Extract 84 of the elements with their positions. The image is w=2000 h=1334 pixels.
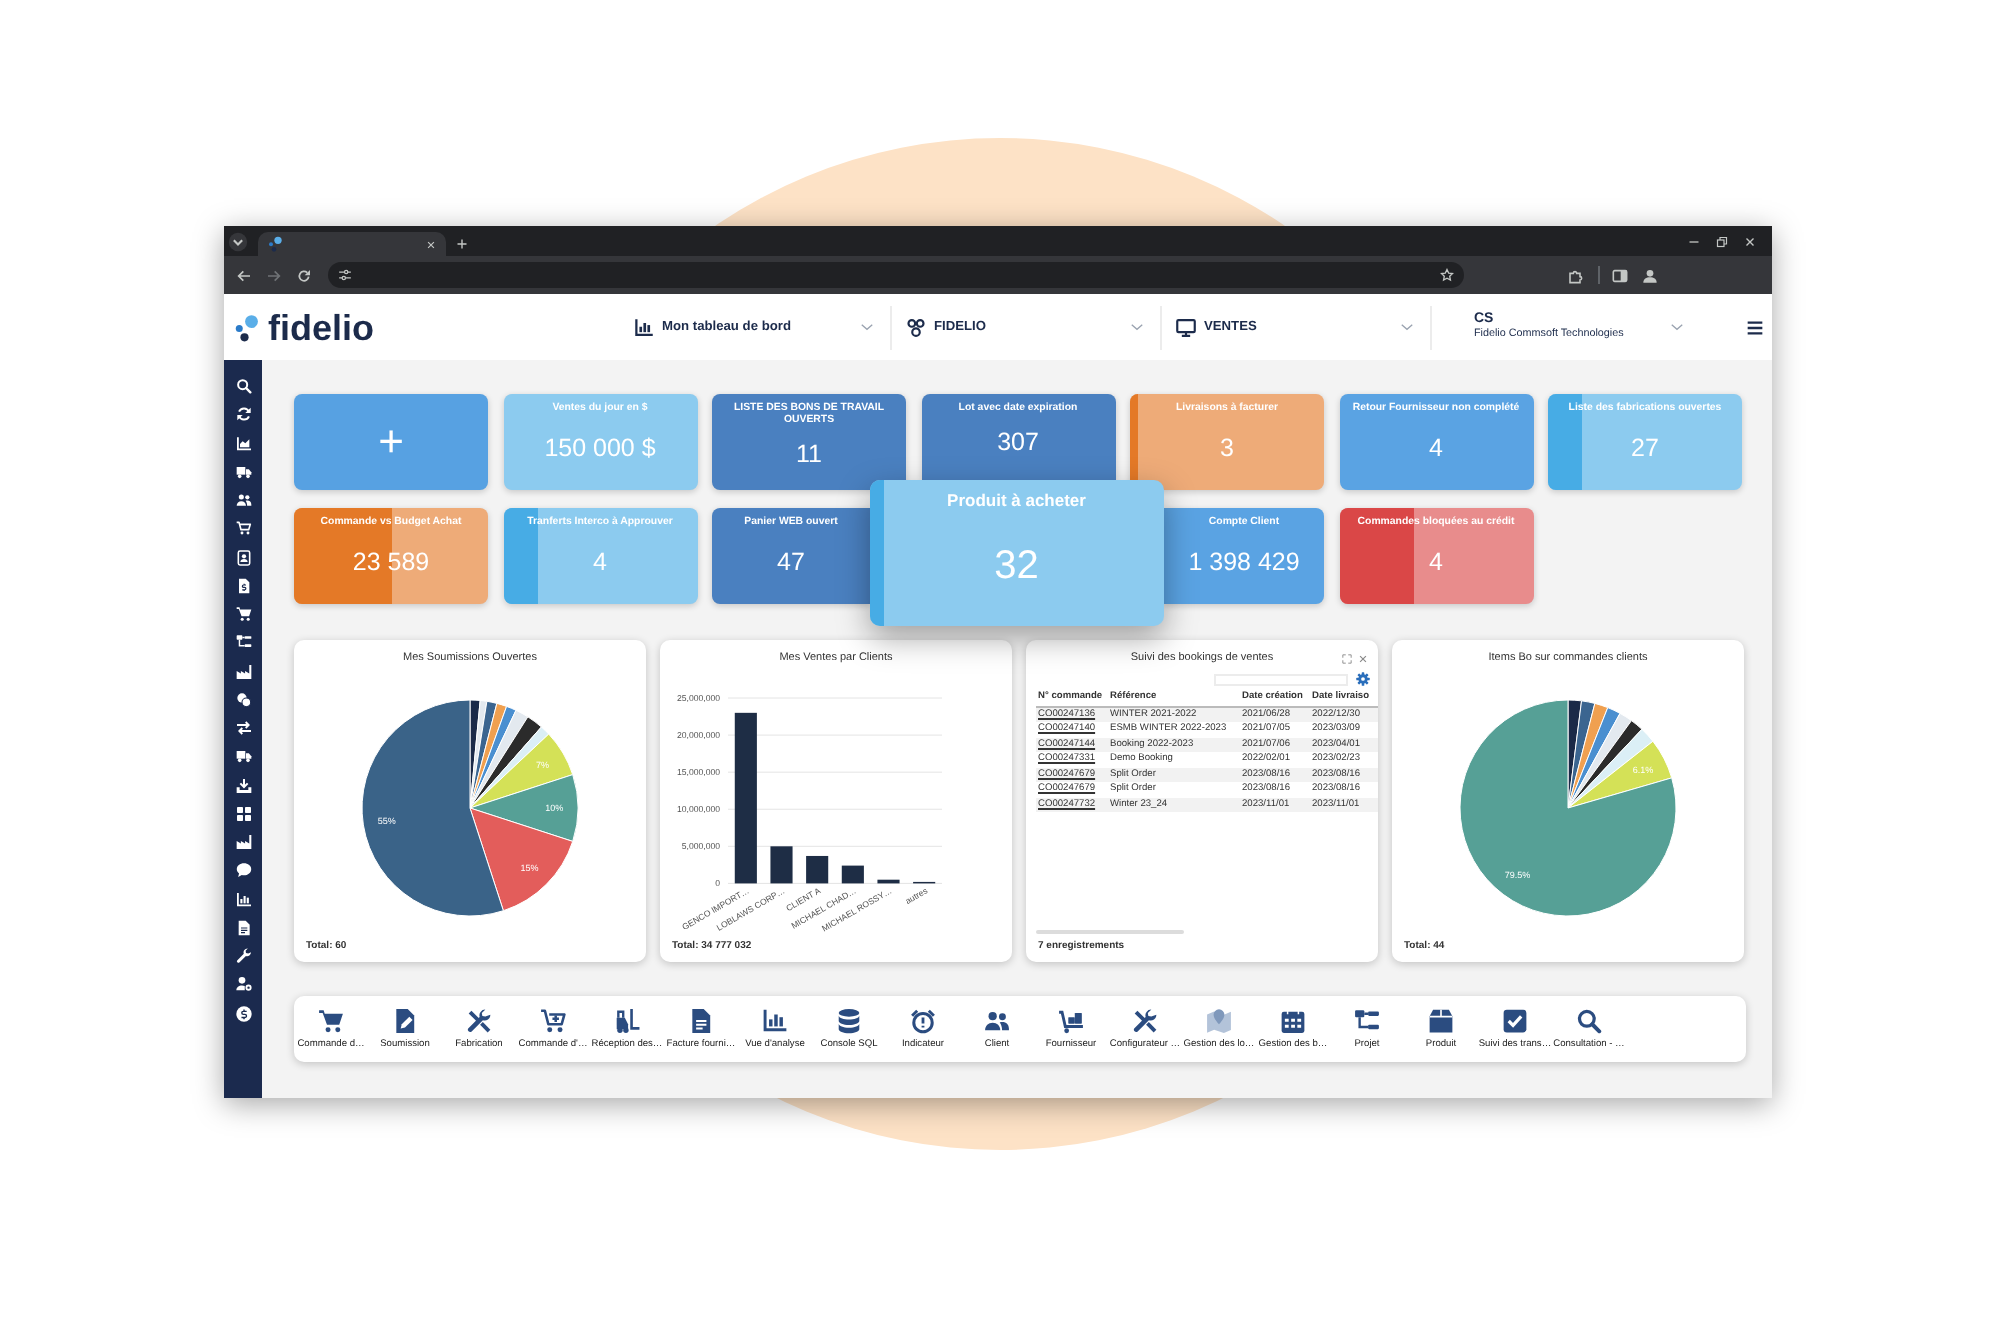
map-pin-icon [1206,1007,1232,1033]
cart-icon [318,1007,344,1033]
tile-value: 4 [1429,434,1443,465]
cart-icon[interactable] [235,520,251,537]
minimize-icon[interactable] [1688,235,1700,247]
tile-value: 3 [1220,434,1234,465]
tools-icon [466,1007,492,1033]
monitor-icon [1176,317,1196,337]
reload-icon[interactable] [295,267,311,283]
dolly-icon [1058,1007,1084,1033]
tile-value: 27 [1631,434,1659,465]
grid-icon[interactable] [235,805,251,822]
search-icon[interactable] [235,378,251,394]
chart-bar [806,855,829,884]
database-icon [836,1007,862,1033]
back-icon[interactable] [235,267,251,283]
close-icon[interactable] [1744,235,1756,247]
alarm-clock-icon [910,1007,936,1033]
refresh-icon[interactable] [235,406,251,423]
profile-icon[interactable] [1642,267,1658,283]
factory-icon[interactable] [235,834,251,850]
cart-icon[interactable] [235,606,251,622]
bar-chart-icon [762,1007,788,1033]
settings-icon[interactable] [1356,672,1370,686]
tile-value: 307 [997,428,1039,459]
tile-value: 4 [593,548,607,579]
truck-icon[interactable] [235,748,251,765]
hierarchy-icon[interactable] [235,634,251,651]
new-tab-icon[interactable] [456,238,468,250]
menu-icon[interactable] [1746,319,1764,335]
tab-list-icon[interactable] [228,232,248,252]
restore-icon[interactable] [1716,235,1728,247]
bar-chart-icon[interactable] [235,891,251,907]
puzzle-icon[interactable] [1568,267,1584,283]
users-icon[interactable] [235,492,251,508]
invoice-icon[interactable] [235,577,251,594]
chevron-down-icon [1400,320,1414,334]
star-icon[interactable] [1440,268,1454,282]
tile-value: 1 398 429 [1188,548,1300,579]
area-chart-icon[interactable] [235,435,251,451]
calendar-icon [1280,1007,1306,1033]
contact-book-icon[interactable] [235,549,251,565]
chevron-down-icon [1130,320,1144,334]
forward-icon[interactable] [265,267,281,283]
arrows-icon[interactable] [235,720,251,736]
factory-icon[interactable] [235,663,251,679]
package-icon [1428,1007,1454,1033]
scrollbar[interactable] [1036,929,1184,934]
wrench-icon[interactable] [235,948,251,964]
hierarchy-icon [1354,1007,1380,1033]
logo-icon [268,236,284,252]
chart-bar [841,865,864,884]
forklift-icon [614,1007,640,1033]
search-icon [1576,1007,1602,1033]
side-panel-icon[interactable] [1612,267,1628,283]
coins-icon[interactable] [235,691,251,708]
document-icon[interactable] [235,919,251,936]
download-icon[interactable] [235,777,251,793]
chat-icon[interactable] [235,862,251,879]
tile-title: Produit à acheter [947,490,1086,511]
chevron-down-icon [860,320,874,334]
nodes-icon [906,317,926,337]
cart-plus-icon [540,1007,566,1033]
chart-bar [877,879,900,884]
tile-value: 11 [796,440,822,471]
logo-text: fidelio [268,307,374,347]
tile-value: 150 000 $ [544,434,656,465]
dollar-coin-icon[interactable] [235,1005,251,1021]
document-icon [688,1007,714,1033]
checkbox-icon [1502,1007,1528,1033]
logo-icon [234,313,262,341]
tile-value: 4 [1429,548,1443,579]
truck-icon[interactable] [235,463,251,480]
tile-value: 47 [777,548,805,579]
document-edit-icon [392,1007,418,1033]
close-icon[interactable] [426,239,436,249]
chart-bar [770,846,793,884]
chevron-down-icon [1670,320,1684,334]
users-icon [984,1007,1010,1033]
tools-icon [1132,1007,1158,1033]
user-settings-icon[interactable] [235,976,251,993]
bar-chart-icon [634,317,654,337]
site-settings-icon[interactable] [338,268,352,282]
tile-value: 32 [994,541,1039,590]
